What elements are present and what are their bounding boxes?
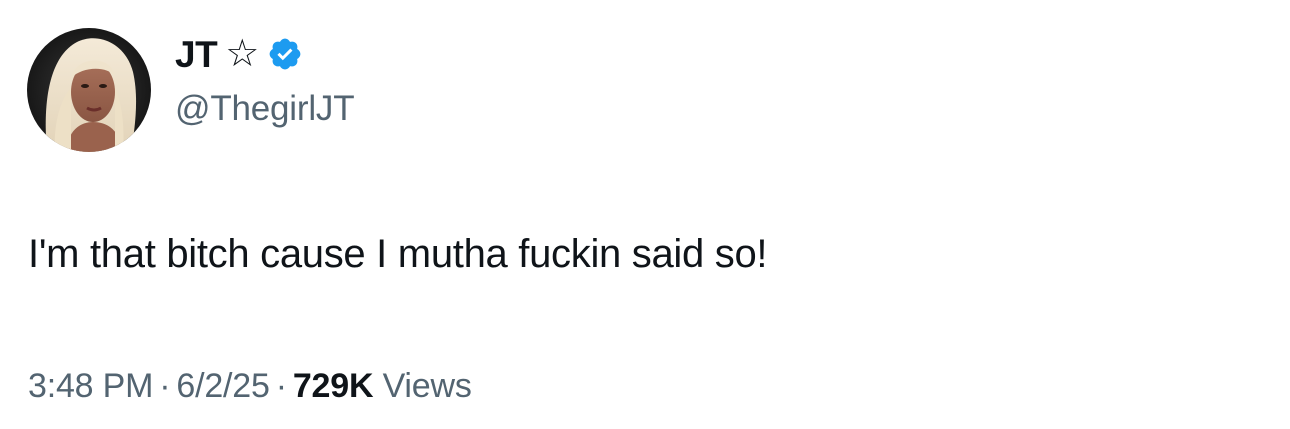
meta-separator: · xyxy=(275,367,287,405)
tweet-time[interactable]: 3:48 PM xyxy=(28,367,153,405)
avatar[interactable] xyxy=(27,27,151,152)
meta-separator: · xyxy=(159,367,171,405)
tweet-text: I'm that bitch cause I mutha fuckin said… xyxy=(28,232,768,276)
tweet-date[interactable]: 6/2/25 xyxy=(176,367,270,405)
views-count[interactable]: 729K xyxy=(293,367,374,405)
views-label: Views xyxy=(382,367,472,405)
tweet-header: JT ☆ @ThegirlJT xyxy=(27,27,355,152)
avatar-image xyxy=(27,27,151,152)
tweet: JT ☆ @ThegirlJT I'm that bitch cause I m… xyxy=(0,0,1290,429)
user-handle[interactable]: @ThegirlJT xyxy=(175,91,355,126)
star-outline-icon: ☆ xyxy=(225,31,260,75)
verified-badge-icon[interactable] xyxy=(267,36,303,72)
author-identity: JT ☆ @ThegirlJT xyxy=(175,31,355,126)
name-row: JT ☆ xyxy=(175,31,354,77)
display-name[interactable]: JT xyxy=(175,36,218,73)
tweet-meta: 3:48 PM · 6/2/25 · 729K Views xyxy=(28,364,472,408)
